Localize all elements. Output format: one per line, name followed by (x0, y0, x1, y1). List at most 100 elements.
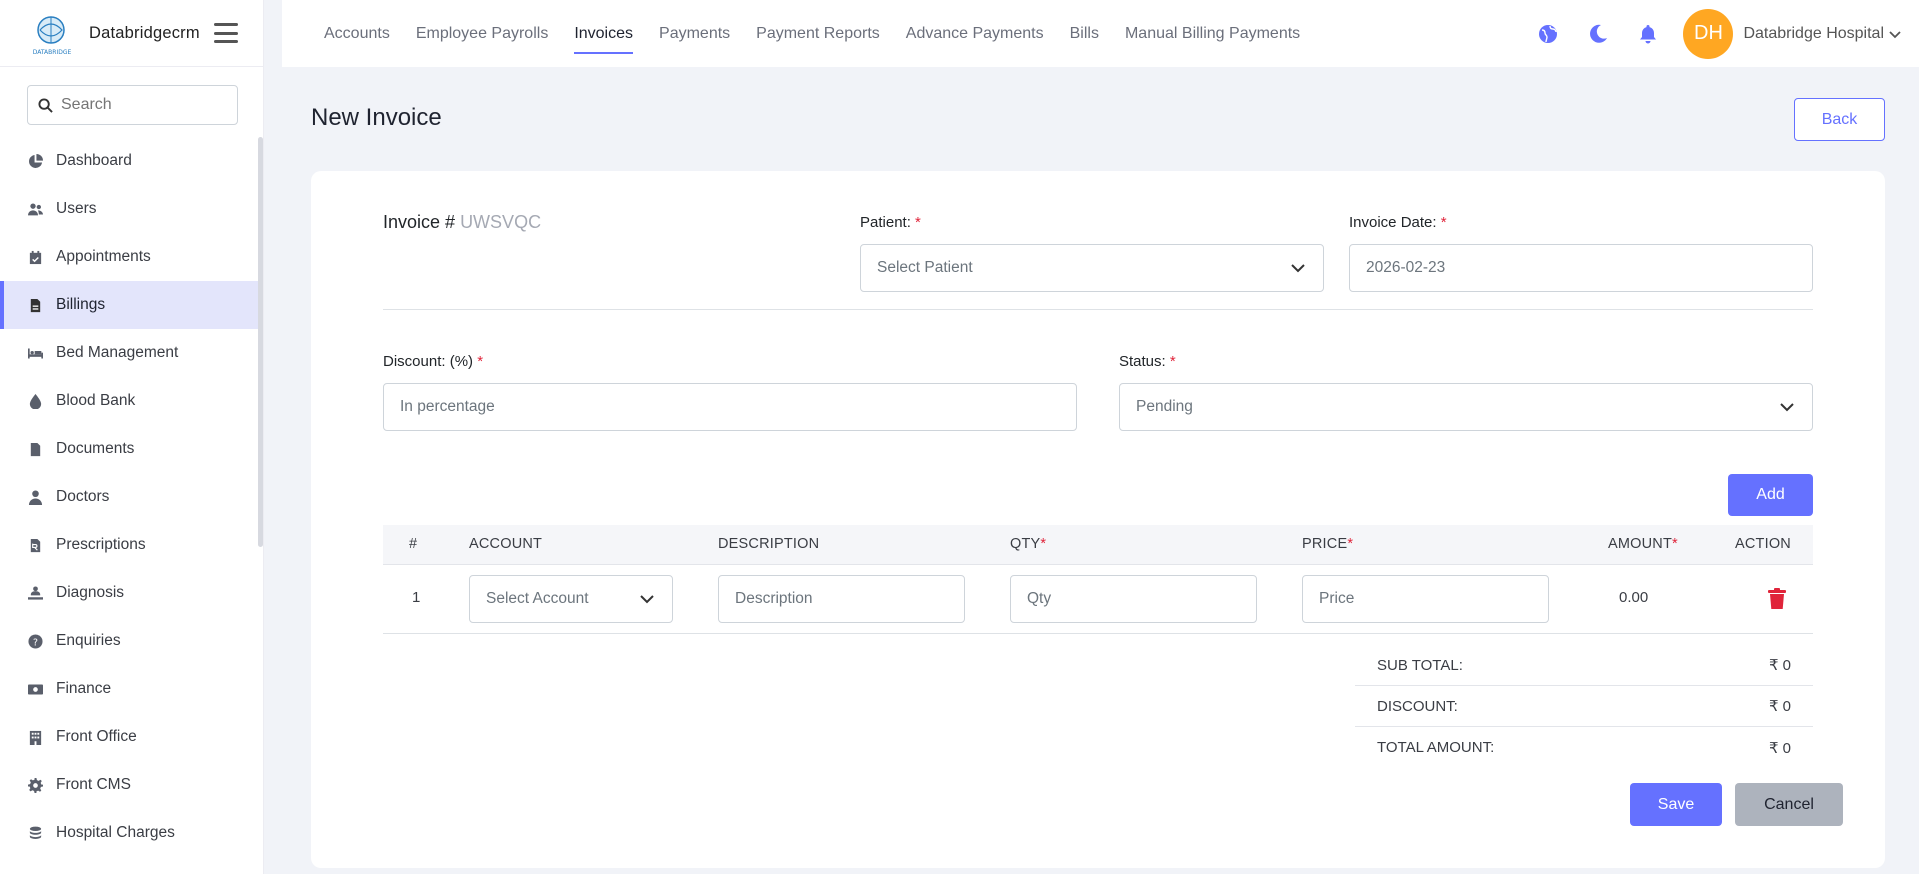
topbar: Accounts Employee Payrolls Invoices Paym… (282, 0, 1919, 67)
sidebar-item-label: Dashboard (56, 152, 132, 169)
total-amount-row: TOTAL AMOUNT: ₹ 0 (1355, 727, 1813, 768)
svg-text:?: ? (33, 637, 38, 648)
invoice-code: UWSVQC (460, 212, 542, 232)
price-input[interactable]: Price (1302, 575, 1549, 623)
sidebar-item-front-cms[interactable]: Front CMS (0, 761, 263, 809)
qty-input[interactable]: Qty (1010, 575, 1257, 623)
sidebar-item-label: Appointments (56, 248, 151, 265)
status-label: Status: * (1119, 353, 1176, 370)
sidebar-item-blood-bank[interactable]: Blood Bank (0, 377, 263, 425)
drop-icon (26, 392, 44, 410)
bell-icon[interactable] (1637, 23, 1659, 45)
chevron-down-icon (1889, 30, 1901, 38)
cancel-button[interactable]: Cancel (1735, 783, 1843, 826)
user-menu[interactable]: Databridge Hospital (1743, 25, 1901, 43)
sidebar-item-enquiries[interactable]: ? Enquiries (0, 617, 263, 665)
hamburger-menu-icon[interactable] (213, 23, 238, 43)
brand-name: Databridgecrm (89, 23, 200, 42)
total-amount-value: ₹ 0 (1768, 739, 1791, 757)
building-icon (26, 728, 44, 746)
sidebar-item-prescriptions[interactable]: Prescriptions (0, 521, 263, 569)
tab-payments[interactable]: Payments (659, 0, 730, 67)
patient-select-value: Select Patient (877, 259, 973, 276)
page-title: New Invoice (311, 104, 442, 131)
invoice-form-card: Invoice # UWSVQC Patient: * Select Patie… (311, 171, 1885, 868)
logo-text: DATABRIDGE (33, 49, 72, 56)
sidebar-item-front-office[interactable]: Front Office (0, 713, 263, 761)
th-amount: AMOUNT* (1608, 536, 1678, 552)
sidebar-item-label: Enquiries (56, 632, 121, 649)
money-icon (26, 680, 44, 698)
status-select-value: Pending (1136, 398, 1193, 415)
discount-total-value: ₹ 0 (1768, 698, 1791, 715)
th-price: PRICE* (1302, 536, 1354, 552)
sidebar-item-label: Users (56, 200, 97, 217)
sub-total-value: ₹ 0 (1768, 657, 1791, 674)
sub-total-row: SUB TOTAL: ₹ 0 (1355, 645, 1813, 686)
tab-advance-payments[interactable]: Advance Payments (906, 0, 1044, 67)
patient-label: Patient: * (860, 214, 921, 231)
sidebar-item-label: Diagnosis (56, 584, 125, 601)
calendar-check-icon (26, 248, 44, 266)
sidebar-item-label: Billings (56, 296, 106, 313)
add-item-button[interactable]: Add (1728, 474, 1813, 516)
tab-invoices[interactable]: Invoices (574, 0, 633, 67)
invoice-date-input[interactable]: 2026-02-23 (1349, 244, 1813, 292)
sidebar-search (27, 85, 238, 125)
tab-employee-payrolls[interactable]: Employee Payrolls (416, 0, 549, 67)
coins-icon (26, 824, 44, 842)
sidebar-item-label: Front CMS (56, 776, 131, 793)
globe-icon[interactable] (1537, 23, 1559, 45)
sidebar-item-label: Documents (56, 440, 135, 457)
pie-chart-icon (26, 152, 44, 170)
sidebar-item-users[interactable]: Users (0, 185, 263, 233)
th-account: ACCOUNT (469, 536, 543, 552)
discount-input[interactable]: In percentage (383, 383, 1077, 431)
tab-bills[interactable]: Bills (1070, 0, 1099, 67)
patient-select[interactable]: Select Patient (860, 244, 1324, 292)
back-button[interactable]: Back (1794, 98, 1885, 141)
avatar[interactable]: DH (1683, 8, 1734, 59)
sidebar-item-label: Front Office (56, 728, 137, 745)
sidebar-item-billings[interactable]: Billings (0, 281, 263, 329)
moon-icon[interactable] (1587, 23, 1609, 45)
brand-logo[interactable]: DATABRIDGE (25, 10, 79, 56)
sidebar-item-dashboard[interactable]: Dashboard (0, 137, 263, 185)
search-input[interactable] (61, 96, 231, 114)
sidebar-item-label: Doctors (56, 488, 110, 505)
chevron-down-icon (640, 595, 654, 604)
file-invoice-icon (26, 296, 44, 314)
sidebar-item-finance[interactable]: Finance (0, 665, 263, 713)
sidebar-item-appointments[interactable]: Appointments (0, 233, 263, 281)
sidebar-item-doctors[interactable]: Doctors (0, 473, 263, 521)
sidebar-item-diagnosis[interactable]: Diagnosis (0, 569, 263, 617)
gear-icon (26, 776, 44, 794)
save-button[interactable]: Save (1630, 783, 1722, 826)
sidebar-item-label: Finance (56, 680, 112, 697)
invoice-date-label: Invoice Date: * (1349, 214, 1447, 231)
sidebar-item-bed-management[interactable]: Bed Management (0, 329, 263, 377)
tab-payment-reports[interactable]: Payment Reports (756, 0, 880, 67)
table-row: 1 Select Account Description Qty Price 0… (383, 565, 1813, 634)
discount-label: Discount: (%) * (383, 353, 484, 370)
tab-manual-billing-payments[interactable]: Manual Billing Payments (1125, 0, 1300, 67)
sidebar-item-label: Prescriptions (56, 536, 146, 553)
th-description: DESCRIPTION (718, 536, 820, 552)
sidebar-item-hospital-charges[interactable]: Hospital Charges (0, 809, 263, 857)
discount-total-label: DISCOUNT: (1377, 697, 1458, 715)
sidebar-item-label: Bed Management (56, 344, 179, 361)
invoice-number-label: Invoice # (383, 212, 456, 232)
sidebar-item-documents[interactable]: Documents (0, 425, 263, 473)
user-name-label: Databridge Hospital (1743, 24, 1884, 42)
brand: DATABRIDGE Databridgecrm (0, 0, 263, 67)
status-select[interactable]: Pending (1119, 383, 1813, 431)
tab-accounts[interactable]: Accounts (324, 0, 390, 67)
account-select[interactable]: Select Account (469, 575, 673, 623)
chevron-down-icon (1780, 403, 1794, 412)
description-input[interactable]: Description (718, 575, 965, 623)
row-amount: 0.00 (1619, 589, 1649, 606)
sidebar-scrollbar[interactable] (258, 137, 263, 547)
sidebar-item-label: Blood Bank (56, 392, 136, 409)
row-number: 1 (412, 589, 421, 606)
trash-icon[interactable] (1767, 588, 1787, 615)
